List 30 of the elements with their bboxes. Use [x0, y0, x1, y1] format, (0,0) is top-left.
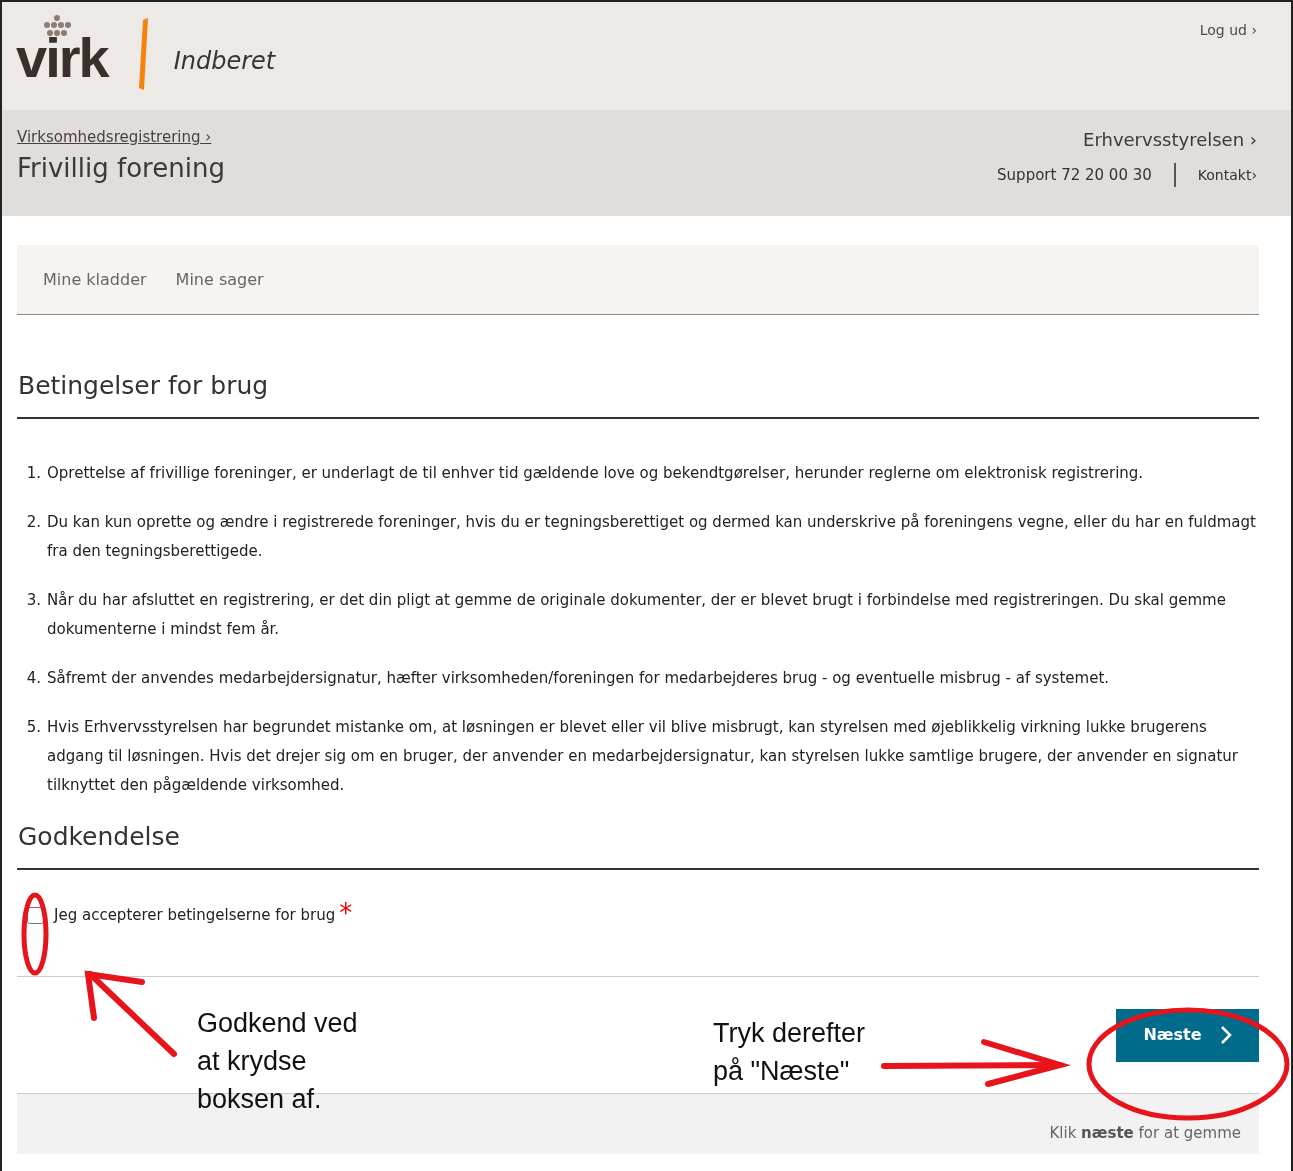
list-number: 4.: [25, 668, 42, 689]
list-number: 5.: [25, 717, 42, 738]
annotation-text: Tryk derefter på "Næste": [713, 1017, 866, 1088]
checkbox-label[interactable]: Jeg accepterer betingelserne for brug: [54, 903, 336, 927]
chevron-icon: [1219, 1025, 1232, 1045]
dots-icon: [42, 14, 72, 38]
term-text: Når du har afsluttet en registrering, er det din pligt at gemme de originale dokumenter, der er blevet brugt i forbindelse med registreringen. Du skal gemme dokumenterne i mindst fem år.: [47, 590, 1227, 640]
app-title: Indberet: [173, 46, 276, 77]
logo: virk: [16, 30, 108, 86]
breadcrumb-link[interactable]: Virksomhedsregistrering ›: [17, 126, 225, 149]
annotation-text: Godkend ved at krydse boksen af.: [197, 1007, 358, 1116]
list-number: 3.: [25, 590, 42, 611]
contact-link[interactable]: Kontakt›: [1197, 164, 1257, 186]
term-text: Såfremt der anvendes medarbejdersignatur, hæfter virksomheden/foreningen for medarbejderes brug - og eventuelle misbrug - af systemet.: [47, 668, 1110, 689]
term-text: Oprettelse af frivillige foreninger, er underlagt de til enhver tid gældende love og bekendtgørelser, herunder reglerne om elektronisk registrering.: [47, 463, 1144, 484]
list-number: 2.: [25, 512, 42, 533]
footer-hint: Klik næste for at gemme: [1049, 1123, 1241, 1144]
term-text: Hvis Erhvervsstyrelsen har begrundet mistanke om, at løsningen er blevet eller vil blive misbrugt, kan styrelsen med øjeblikkelig virkning lukke brugerens adgang til løsningen. Hvis det drejer sig om en bruger, der anvender en medarbejdersignatur, kan styrelsen lukke samtlige brugere, der anvender en signatur tilknyttet den pågældende virksomhed.: [47, 717, 1239, 796]
next-button[interactable]: Næste: [1116, 1008, 1259, 1062]
page-title: Frivillig forening: [17, 152, 225, 184]
required-mark: *: [339, 900, 353, 926]
section-heading: Godkendelse: [17, 822, 1259, 870]
list-number: 1.: [25, 463, 42, 484]
nav-tab[interactable]: Mine kladder: [43, 267, 147, 292]
term-text: Du kan kun oprette og ændre i registrerede foreninger, hvis du er tegningsberettiget og dermed kan underskrive på foreningens vegne, eller du har en fuldmagt fra den tegningsberettigede.: [47, 512, 1257, 562]
section-heading: Betingelser for brug: [17, 371, 1259, 419]
logout-link[interactable]: Log ud ›: [1199, 20, 1257, 41]
nav-tab[interactable]: Mine sager: [175, 267, 264, 292]
organization-link[interactable]: Erhvervsstyrelsen ›: [1083, 126, 1257, 153]
support-phone: Support 72 20 00 30: [997, 164, 1152, 186]
